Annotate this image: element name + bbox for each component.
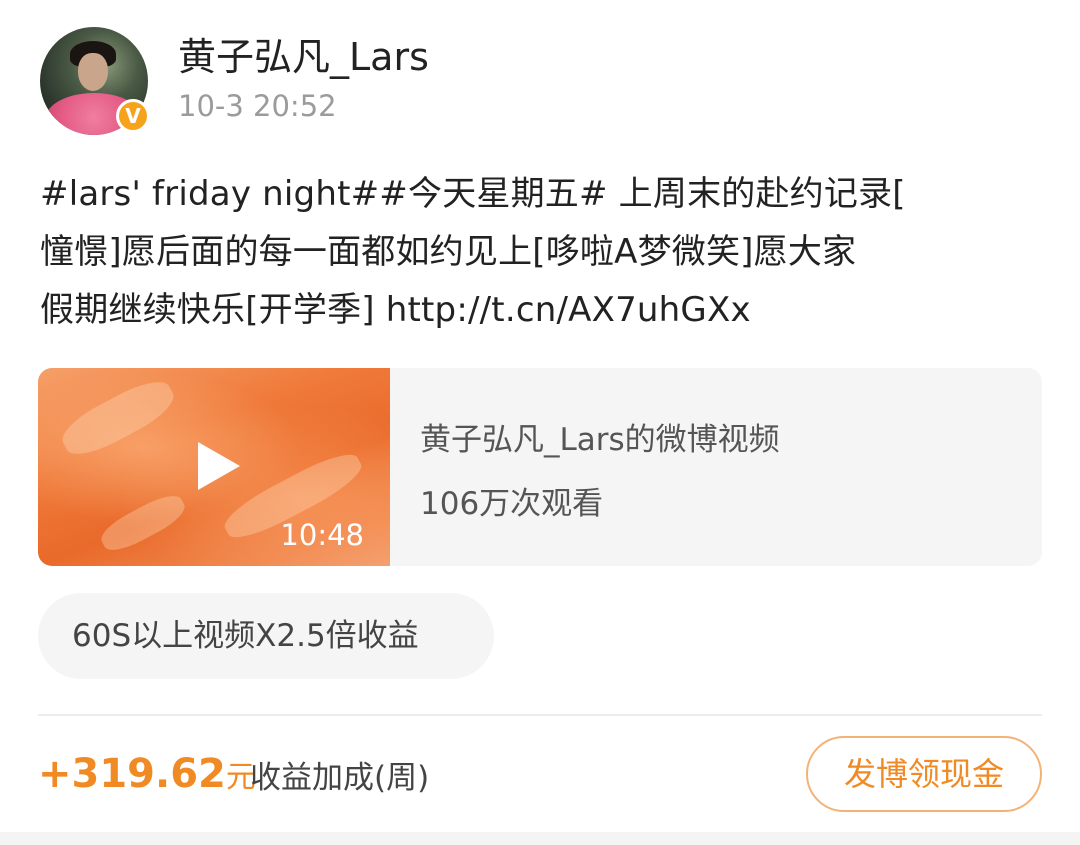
author-name[interactable]: 黄子弘凡_Lars [178, 35, 429, 79]
earnings-footer: +319.62元 收益加成(周) 发博领现金 [38, 734, 1042, 814]
avatar-face [78, 53, 108, 91]
video-card[interactable]: 10:48 黄子弘凡_Lars的微博视频 106万次观看 [38, 368, 1042, 566]
earnings-value: +319.62 [38, 751, 226, 797]
bottom-edge [0, 832, 1080, 845]
video-thumbnail[interactable]: 10:48 [38, 368, 390, 566]
earnings-amount: +319.62元 [38, 750, 256, 802]
bonus-tag[interactable]: 60S以上视频X2.5倍收益 [38, 593, 494, 679]
thumbnail-texture [96, 488, 190, 558]
video-title[interactable]: 黄子弘凡_Lars的微博视频 [420, 414, 780, 459]
post-header: V 黄子弘凡_Lars 10-3 20:52 [40, 27, 1040, 137]
post-timestamp: 10-3 20:52 [178, 89, 337, 123]
play-icon[interactable] [198, 442, 240, 490]
post-text-line[interactable]: 假期继续快乐[开学季] http://t.cn/AX7uhGXx [40, 281, 1040, 339]
earnings-label: 收益加成(周) [250, 760, 430, 796]
divider [38, 714, 1042, 716]
post-text-line[interactable]: 憧憬]愿后面的每一面都如约见上[哆啦A梦微笑]愿大家 [40, 223, 1040, 281]
avatar[interactable]: V [40, 27, 150, 135]
video-views: 106万次观看 [420, 486, 604, 522]
post-for-cash-button[interactable]: 发博领现金 [806, 736, 1042, 812]
post-body: #lars' friday night##今天星期五# 上周末的赴约记录[ 憧憬… [40, 165, 1040, 339]
post-text-line[interactable]: #lars' friday night##今天星期五# 上周末的赴约记录[ [40, 165, 1040, 223]
verified-badge-icon: V [116, 99, 150, 133]
thumbnail-texture [55, 372, 181, 464]
video-duration: 10:48 [280, 518, 364, 552]
